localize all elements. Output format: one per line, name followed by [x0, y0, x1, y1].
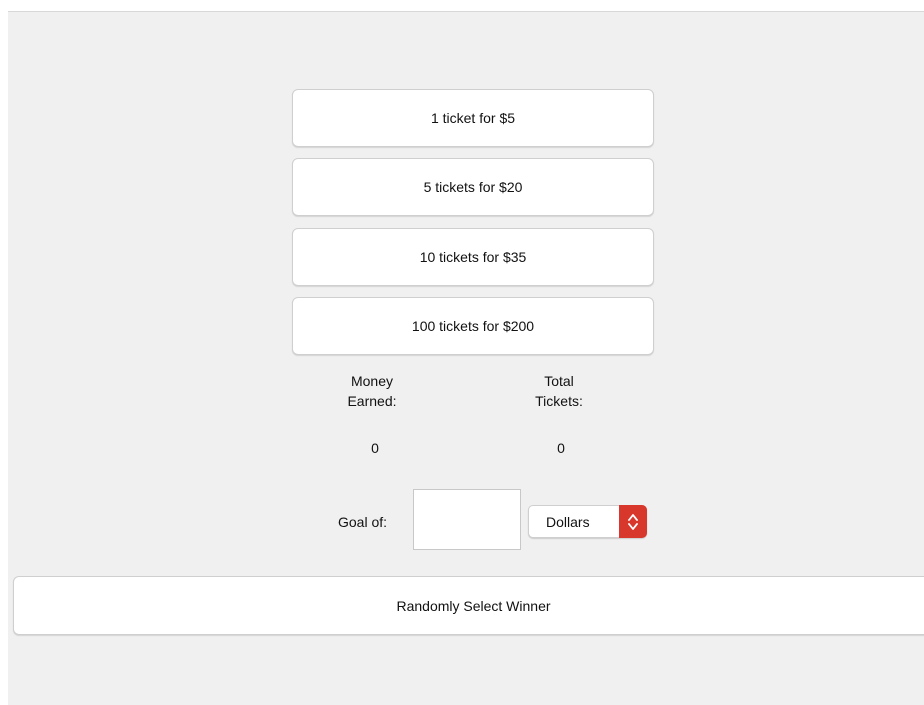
button-label: 5 tickets for $20 [423, 179, 523, 195]
goal-input[interactable] [413, 489, 521, 550]
goal-label: Goal of: [338, 514, 388, 530]
total-tickets-label: Total Tickets: [535, 373, 583, 409]
button-label: 100 tickets for $200 [411, 318, 535, 334]
goal-unit-select[interactable]: Dollars [528, 505, 647, 538]
button-label: 1 ticket for $5 [430, 110, 516, 126]
buy-5-tickets-button[interactable]: 5 tickets for $20 [292, 158, 654, 216]
buy-1-ticket-button[interactable]: 1 ticket for $5 [292, 89, 654, 147]
app-window: 1 ticket for $5 5 tickets for $20 10 tic… [8, 11, 924, 705]
goal-unit-selected: Dollars [546, 514, 590, 530]
button-label: Randomly Select Winner [396, 597, 551, 614]
button-label: 10 tickets for $35 [419, 249, 527, 265]
buy-10-tickets-button[interactable]: 10 tickets for $35 [292, 228, 654, 286]
select-arrows-icon [619, 505, 647, 538]
total-tickets-value: 0 [557, 440, 565, 456]
money-earned-value: 0 [371, 440, 379, 456]
randomly-select-winner-button[interactable]: Randomly Select Winner [13, 576, 924, 635]
money-earned-label: Money Earned: [347, 373, 397, 409]
buy-100-tickets-button[interactable]: 100 tickets for $200 [292, 297, 654, 355]
